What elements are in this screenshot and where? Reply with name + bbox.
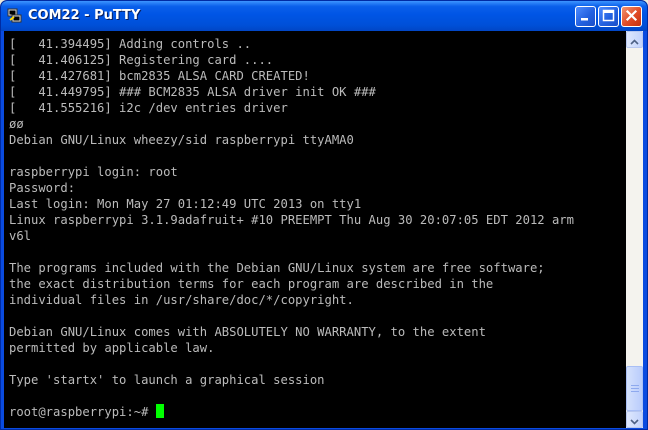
maximize-button[interactable] <box>598 6 619 27</box>
maximize-icon <box>602 7 615 26</box>
scrollbar-thumb[interactable] <box>626 366 643 411</box>
terminal-line: Debian GNU/Linux comes with ABSOLUTELY N… <box>9 325 486 339</box>
vertical-scrollbar[interactable] <box>626 31 643 428</box>
terminal-line: [ 41.427681] bcm2835 ALSA CARD CREATED! <box>9 69 310 83</box>
terminal-line: [ 41.394495] Adding controls .. <box>9 37 252 51</box>
terminal-line: [ 41.555216] i2c /dev entries driver <box>9 101 288 115</box>
grip-line <box>631 385 639 386</box>
grip-line <box>631 391 639 392</box>
terminal-area[interactable]: [ 41.394495] Adding controls .. [ 41.4061… <box>4 31 626 428</box>
terminal-line: Debian GNU/Linux wheezy/sid raspberrypi … <box>9 133 354 147</box>
terminal-line: individual files in /usr/share/doc/*/cop… <box>9 293 354 307</box>
window-frame-right <box>643 31 647 429</box>
scroll-up-button[interactable] <box>626 31 643 48</box>
terminal-line: the exact distribution terms for each pr… <box>9 277 494 291</box>
text-cursor <box>155 404 164 418</box>
prompt-line: root@raspberrypi:~# <box>9 404 574 420</box>
putty-icon[interactable] <box>7 8 23 24</box>
terminal-line: permitted by applicable law. <box>9 341 215 355</box>
terminal-line: [ 41.449795] ### BCM2835 ALSA driver ini… <box>9 85 376 99</box>
terminal-line: raspberrypi login: root <box>9 165 178 179</box>
terminal-line: Password: <box>9 181 76 195</box>
scroll-down-button[interactable] <box>626 411 643 428</box>
title-bar[interactable]: COM22 - PuTTY <box>1 1 647 31</box>
minimize-button[interactable] <box>575 6 596 27</box>
scroll-up-arrow-icon <box>630 30 639 49</box>
shell-prompt: root@raspberrypi:~# <box>9 405 156 419</box>
terminal-line: v6l <box>9 229 32 243</box>
terminal-line: Type 'startx' to launch a graphical sess… <box>9 373 325 387</box>
terminal-line: Last login: Mon May 27 01:12:49 UTC 2013… <box>9 197 362 211</box>
grip-line <box>631 388 639 389</box>
close-icon <box>625 7 638 26</box>
scroll-down-arrow-icon <box>630 410 639 429</box>
terminal-line: øø <box>9 117 24 131</box>
terminal-line: Linux raspberrypi 3.1.9adafruit+ #10 PRE… <box>9 213 574 227</box>
terminal-output: [ 41.394495] Adding controls .. [ 41.4061… <box>9 36 574 420</box>
close-button[interactable] <box>621 6 642 27</box>
minimize-icon <box>579 7 592 26</box>
window-title: COM22 - PuTTY <box>28 8 141 23</box>
terminal-line: The programs included with the Debian GN… <box>9 261 545 275</box>
terminal-line: [ 41.406125] Registering card .... <box>9 53 274 67</box>
putty-window: COM22 - PuTTY [ 41.394495] Adding contro… <box>0 0 648 430</box>
